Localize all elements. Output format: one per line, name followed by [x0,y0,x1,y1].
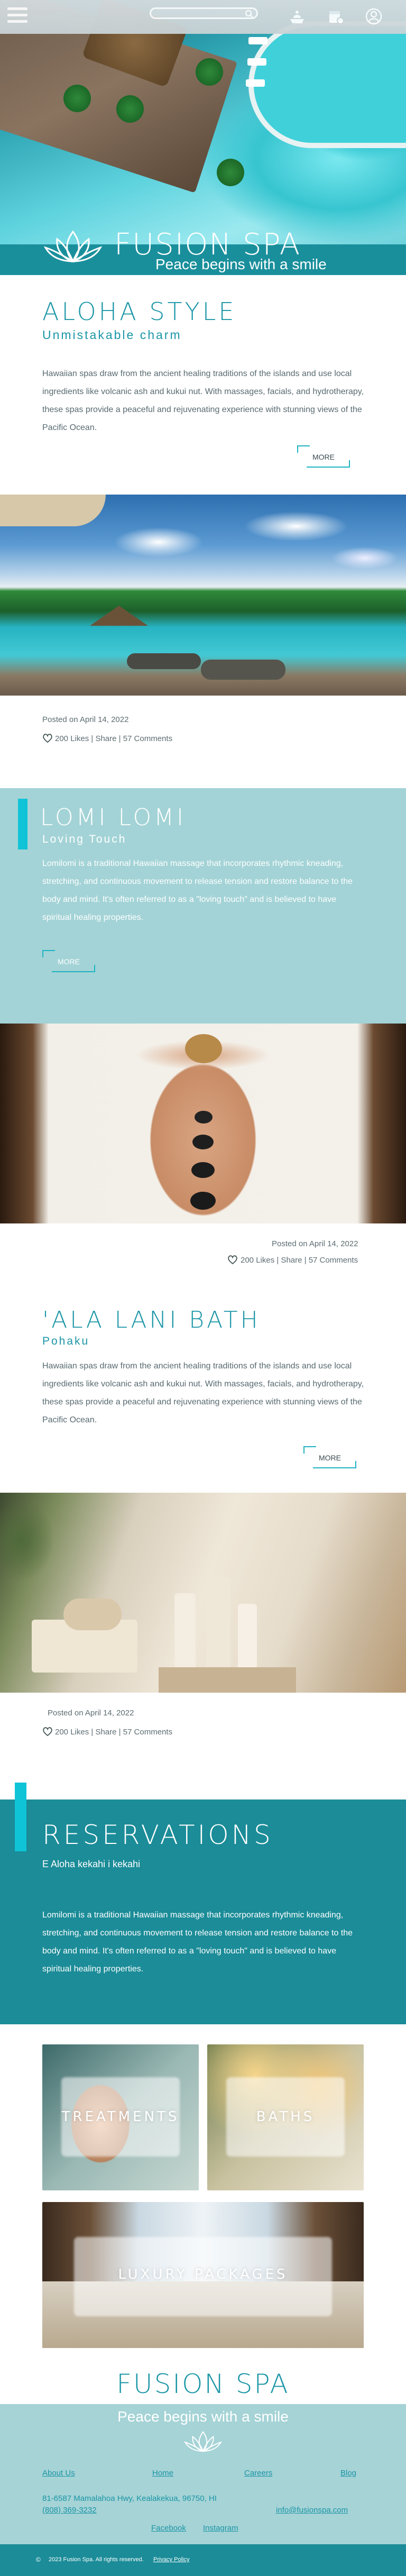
copyright-icon: © [36,2556,41,2563]
footer-bottom-bar: © 2023 Fusion Spa. All rights reserved. … [0,2544,406,2576]
calendar-icon[interactable] [327,7,345,25]
copyright-text: 2023 Fusion Spa. All rights reserved. [49,2556,144,2563]
brand-tagline: Peace begins with a smile [155,256,327,272]
tree [116,95,144,123]
lounger [248,37,267,44]
pool-image [248,21,406,148]
tile-label: BATHS [256,2109,315,2125]
post-date: Posted on April 14, 2022 [48,1709,134,1718]
tree [217,159,244,186]
section-subtitle: Loving Touch [42,833,127,845]
section-title: 'ALA LANI BATH [42,1307,261,1333]
section-title[interactable]: RESERVATIONS [42,1820,273,1850]
spa-bowl-icon[interactable] [288,7,306,25]
luxury-packages-tile[interactable]: LUXURY PACKAGES [42,2202,364,2348]
section-title: LOMI LOMI [40,804,187,831]
tile-label: LUXURY PACKAGES [118,2267,288,2282]
heart-icon[interactable] [227,1255,238,1265]
section-body: Hawaiian spas draw from the ancient heal… [42,1362,364,1424]
hot-stone-massage-image [0,1024,406,1223]
footer-address: 81-6587 Mamalahoa Hwy, Kealakekua, 96750… [42,2494,217,2503]
footer-tagline: Peace begins with a smile [117,2408,289,2425]
treatments-tile[interactable]: TREATMENTS [42,2044,199,2190]
footer-link-instagram[interactable]: Instagram [203,2524,238,2533]
heart-icon[interactable] [42,734,53,743]
resort-pool-image [0,495,406,696]
hamburger-icon[interactable] [7,7,27,25]
footer-phone[interactable]: (808) 369-3232 [42,2506,97,2515]
more-button[interactable]: MORE [297,445,350,468]
footer-link-facebook[interactable]: Facebook [151,2524,186,2533]
lounger [247,58,266,66]
section-body: Hawaiian spas draw from the ancient heal… [42,369,364,432]
post-date: Posted on April 14, 2022 [272,1239,358,1248]
tile-label: TREATMENTS [61,2109,180,2125]
section-title: ALOHA STYLE [42,297,237,326]
lounger [246,79,265,87]
section-body: Lomilomi is a traditional Hawaiian massa… [42,859,353,922]
baths-tile[interactable]: BATHS [207,2044,364,2190]
lotus-logo-icon [184,2431,222,2452]
footer-link-careers[interactable]: Careers [244,2469,272,2478]
search-icon[interactable] [245,10,254,19]
heart-icon[interactable] [42,1727,53,1737]
privacy-link[interactable]: Privacy Policy [153,2556,189,2563]
account-icon[interactable] [365,7,383,25]
spa-products-image [0,1493,406,1693]
search-input[interactable] [150,7,258,19]
tree [196,58,223,86]
footer-link-about[interactable]: About Us [42,2469,75,2478]
hero-banner: FUSION SPA Peace begins with a smile [0,0,406,275]
post-stats[interactable]: 200 Likes | Share | 57 Comments [55,1728,172,1737]
more-button[interactable]: MORE [303,1446,356,1468]
footer-email[interactable]: info@fusionspa.com [276,2506,348,2515]
tree [63,85,91,112]
section-subtitle: Unmistakable charm [42,328,182,342]
section-body: Lomilomi is a traditional Hawaiian massa… [42,1911,353,1974]
post-stats[interactable]: 200 Likes | Share | 57 Comments [241,1256,358,1265]
accent-bar [15,1783,26,1851]
footer-link-home[interactable]: Home [152,2469,173,2478]
footer-brand: FUSION SPA [116,2369,290,2399]
accent-bar [18,799,27,849]
post-stats[interactable]: 200 Likes | Share | 57 Comments [55,734,172,743]
top-navigation-bar [0,0,406,34]
footer-link-blog[interactable]: Blog [340,2469,356,2478]
section-subtitle: Pohaku [42,1335,90,1347]
post-date: Posted on April 14, 2022 [42,715,129,724]
lotus-logo-icon [43,230,103,263]
section-subtitle: E Aloha kekahi i kekahi [42,1859,141,1869]
more-button[interactable]: MORE [42,950,95,972]
